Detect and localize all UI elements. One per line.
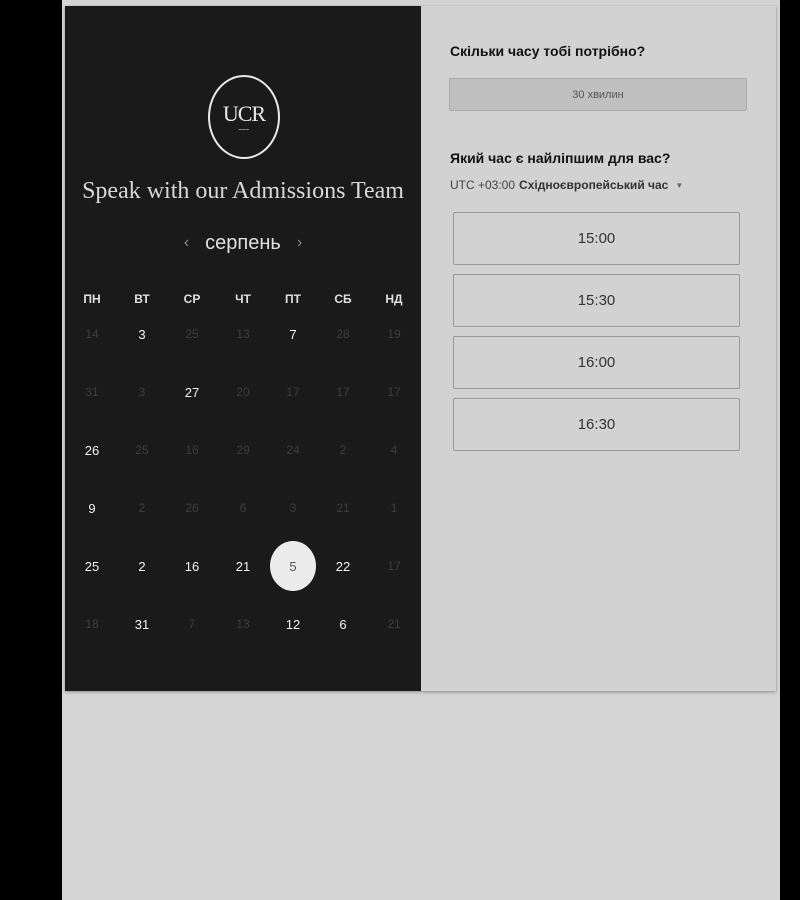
available-day[interactable]: 27 xyxy=(170,370,214,414)
unavailable-day: 3 xyxy=(138,385,146,399)
time-slot-button[interactable]: 16:30 xyxy=(453,398,740,451)
calendar-panel: UCR ▬▬▬ Speak with our Admissions Team ‹… xyxy=(65,6,421,691)
unavailable-day: 19 xyxy=(387,327,401,341)
unavailable-day: 3 xyxy=(289,501,297,515)
unavailable-day: 18 xyxy=(85,617,99,631)
available-day[interactable]: 16 xyxy=(170,544,214,588)
time-slot-button[interactable]: 15:00 xyxy=(453,212,740,265)
unavailable-day: 7 xyxy=(188,617,196,631)
available-day[interactable]: 26 xyxy=(70,428,114,472)
unavailable-day: 28 xyxy=(336,327,350,341)
scheduler-widget: UCR ▬▬▬ Speak with our Admissions Team ‹… xyxy=(65,6,776,691)
unavailable-day: 26 xyxy=(185,501,199,515)
unavailable-day: 2 xyxy=(138,501,146,515)
unavailable-day: 31 xyxy=(85,385,99,399)
time-slot-button[interactable]: 16:00 xyxy=(453,336,740,389)
time-slot-button[interactable]: 15:30 xyxy=(453,274,740,327)
unavailable-day: 16 xyxy=(185,443,199,457)
available-day[interactable]: 3 xyxy=(120,312,164,356)
available-day[interactable]: 31 xyxy=(120,602,164,646)
calendar-grid: 14 3 25 13 7 28 19 31 3 27 20 17 17 17 26 25 16 29 24 2 4 9 2 2… xyxy=(65,6,421,691)
available-day[interactable]: 21 xyxy=(221,544,265,588)
unavailable-day: 20 xyxy=(236,385,250,399)
unavailable-day: 21 xyxy=(336,501,350,515)
unavailable-day: 17 xyxy=(387,559,401,573)
selected-day[interactable]: 5 xyxy=(270,541,316,591)
unavailable-day: 13 xyxy=(236,617,250,631)
time-question: Який час є найліпшим для вас? xyxy=(450,150,671,166)
available-day[interactable]: 6 xyxy=(321,602,365,646)
booking-panel: Скільки часу тобі потрібно? 30 хвилин Як… xyxy=(421,6,776,691)
unavailable-day: 4 xyxy=(390,443,398,457)
timezone-offset: UTC +03:00 xyxy=(450,178,516,192)
unavailable-day: 25 xyxy=(135,443,149,457)
unavailable-day: 17 xyxy=(286,385,300,399)
unavailable-day: 2 xyxy=(339,443,347,457)
duration-selector[interactable]: 30 хвилин xyxy=(449,78,747,111)
unavailable-day: 6 xyxy=(239,501,247,515)
timezone-name: Східноєвропейський час xyxy=(519,178,669,192)
unavailable-day: 25 xyxy=(185,327,199,341)
unavailable-day: 24 xyxy=(286,443,300,457)
caret-down-icon: ▼ xyxy=(675,180,684,190)
available-day[interactable]: 25 xyxy=(70,544,114,588)
unavailable-day: 17 xyxy=(387,385,401,399)
duration-question: Скільки часу тобі потрібно? xyxy=(450,43,646,59)
unavailable-day: 17 xyxy=(336,385,350,399)
available-day[interactable]: 7 xyxy=(271,312,315,356)
unavailable-day: 29 xyxy=(236,443,250,457)
available-day[interactable]: 22 xyxy=(321,544,365,588)
timezone-selector[interactable]: UTC +03:00 Східноєвропейський час ▼ xyxy=(450,178,683,192)
unavailable-day: 1 xyxy=(390,501,398,515)
available-day[interactable]: 12 xyxy=(271,602,315,646)
available-day[interactable]: 9 xyxy=(70,486,114,530)
unavailable-day: 13 xyxy=(236,327,250,341)
available-day[interactable]: 2 xyxy=(120,544,164,588)
unavailable-day: 14 xyxy=(85,327,99,341)
unavailable-day: 21 xyxy=(387,617,401,631)
